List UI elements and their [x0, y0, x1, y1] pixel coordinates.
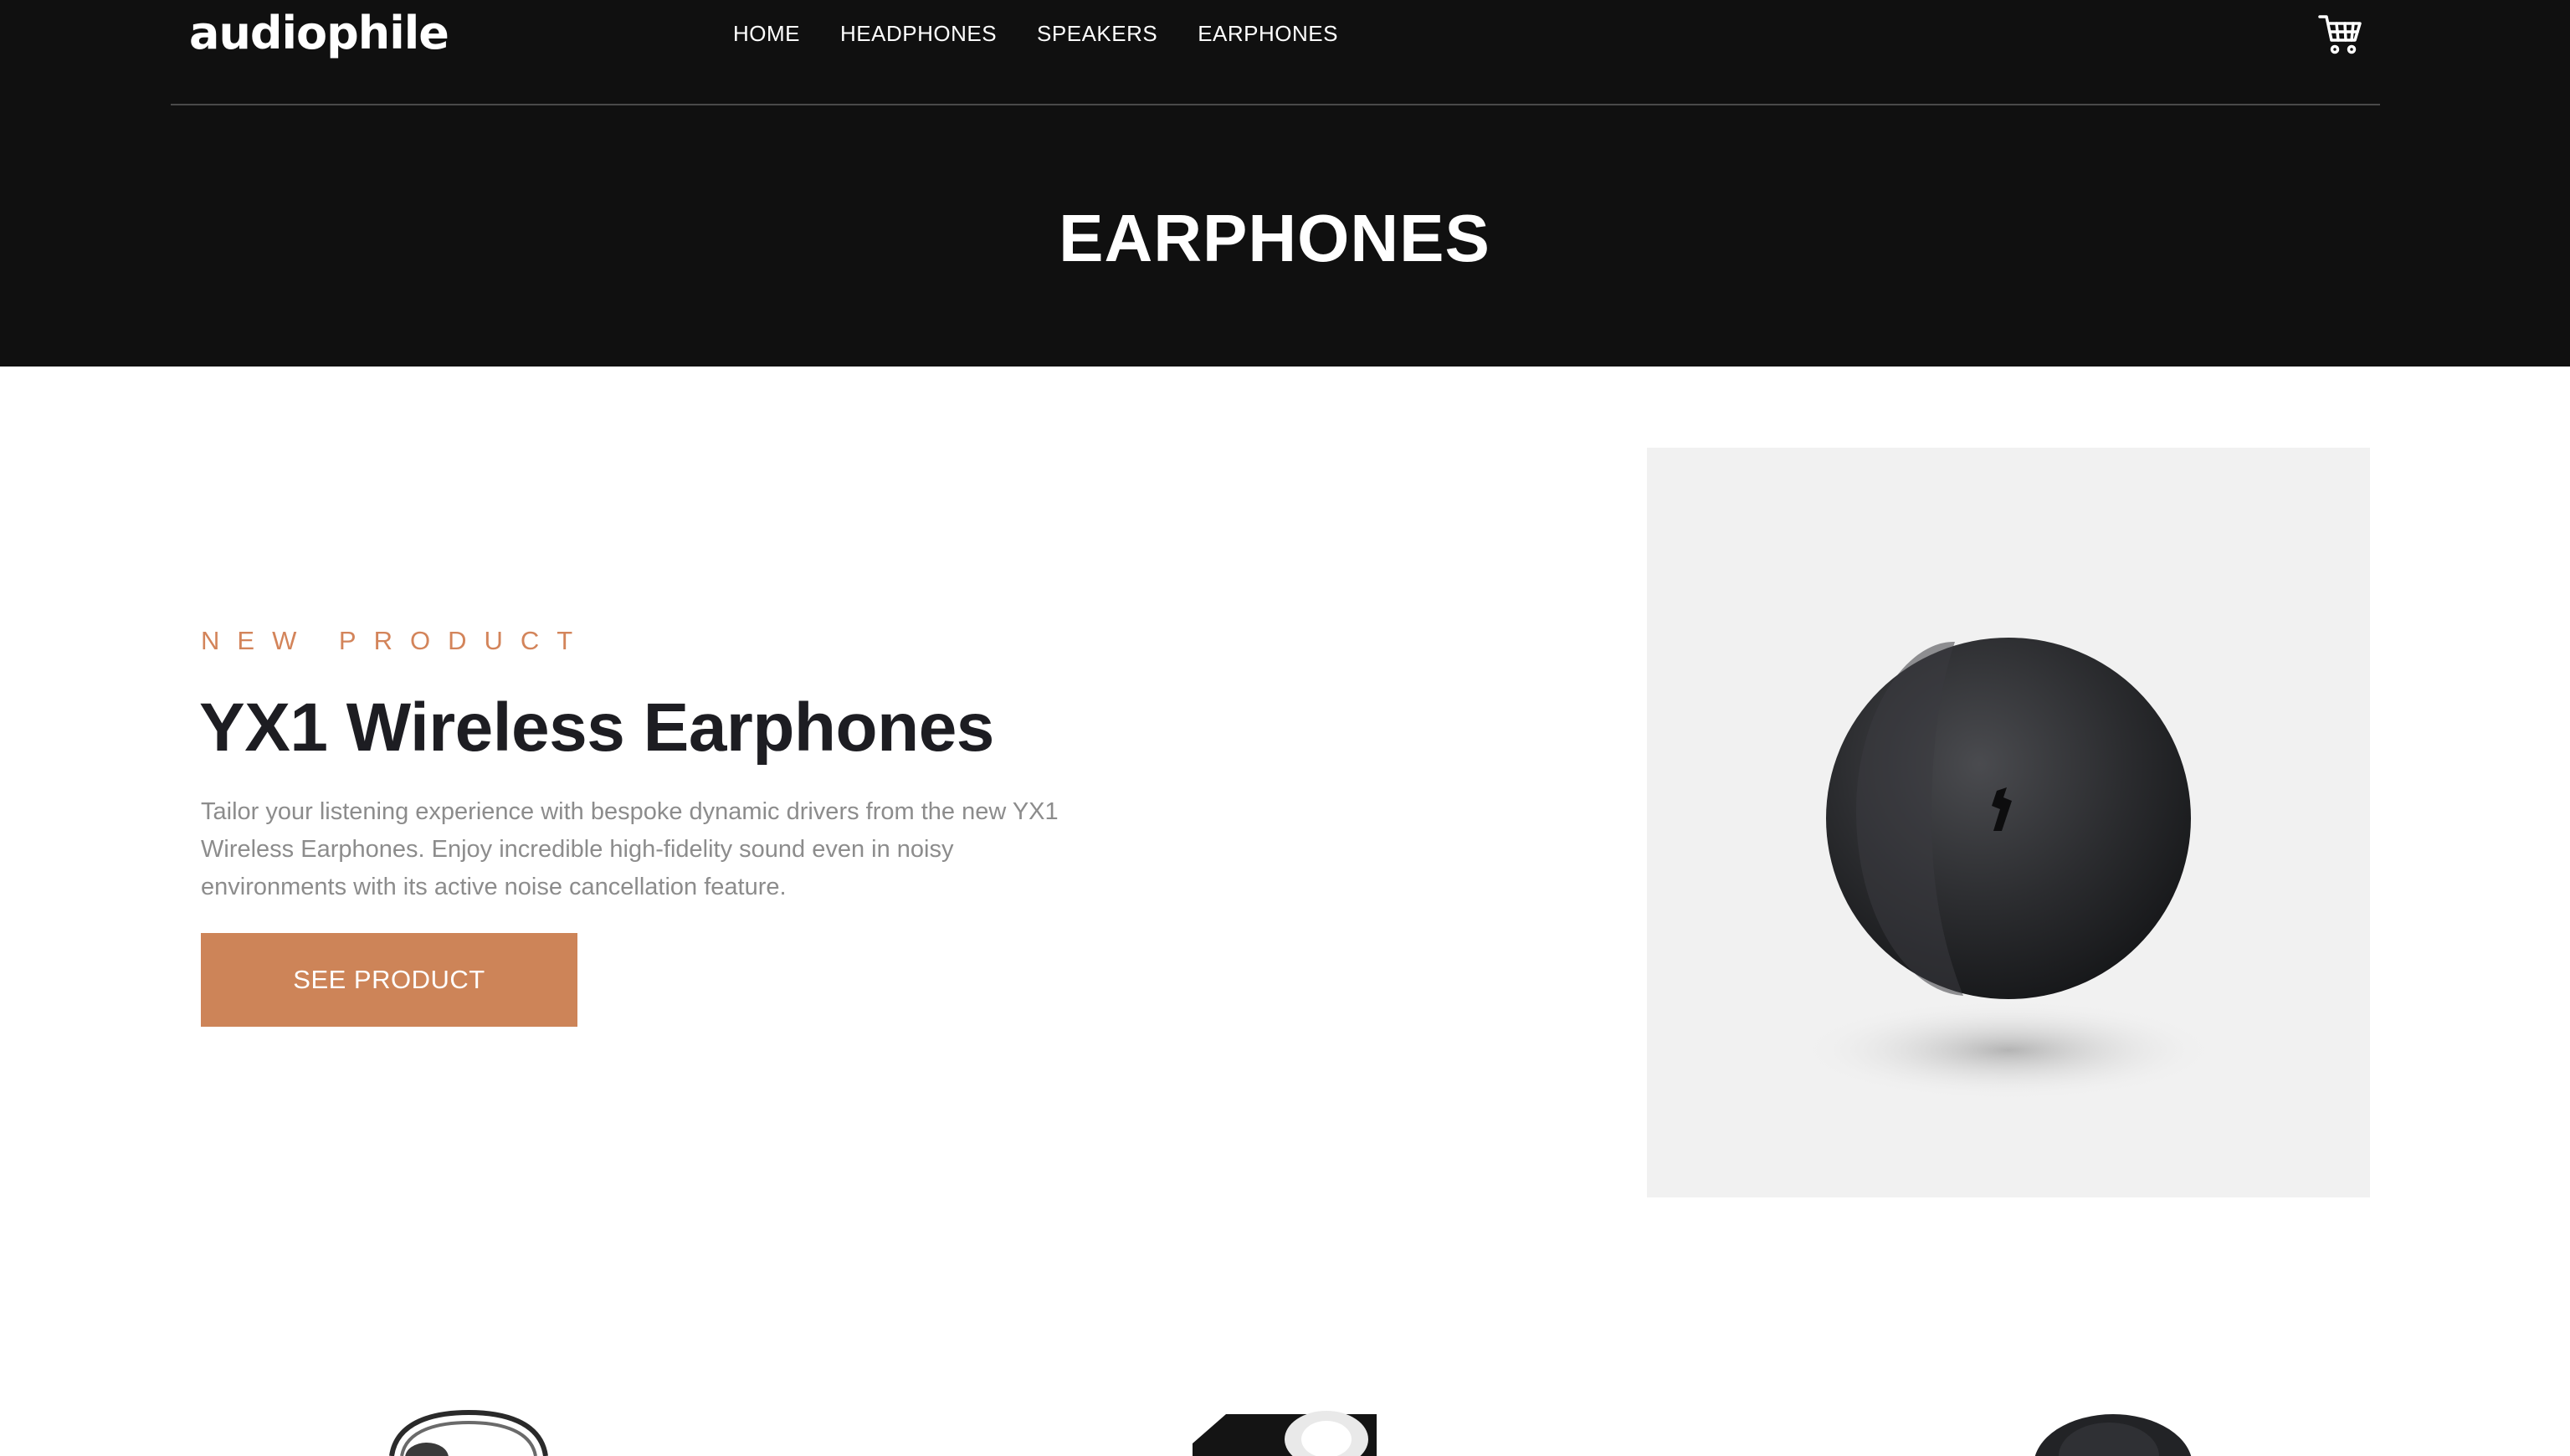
- see-product-button[interactable]: SEE PRODUCT: [201, 933, 577, 1027]
- speaker-thumbnail[interactable]: [1193, 1406, 1377, 1456]
- earphones-thumbnail[interactable]: [2025, 1406, 2209, 1456]
- nav-link-speakers[interactable]: SPEAKERS: [1037, 18, 1157, 49]
- nav-link-home[interactable]: HOME: [733, 18, 800, 49]
- page-title: EARPHONES: [1059, 201, 1490, 275]
- nav-link-headphones[interactable]: HEADPHONES: [840, 18, 997, 49]
- site-header: audiophile HOME HEADPHONES SPEAKERS EARP…: [0, 0, 2570, 367]
- product-name: YX1 Wireless Earphones: [199, 690, 994, 766]
- nav-link-earphones[interactable]: EARPHONES: [1198, 18, 1338, 49]
- main-nav: HOME HEADPHONES SPEAKERS EARPHONES: [733, 18, 1338, 49]
- header-divider: [171, 104, 2380, 105]
- product-overline: NEW PRODUCT: [201, 626, 591, 655]
- cart-icon[interactable]: [2318, 13, 2363, 55]
- brand-logo[interactable]: audiophile: [189, 7, 449, 60]
- product-description: Tailor your listening experience with be…: [201, 798, 1059, 900]
- headphones-thumbnail[interactable]: [377, 1406, 561, 1456]
- earphone-product-image: [1647, 448, 2370, 1197]
